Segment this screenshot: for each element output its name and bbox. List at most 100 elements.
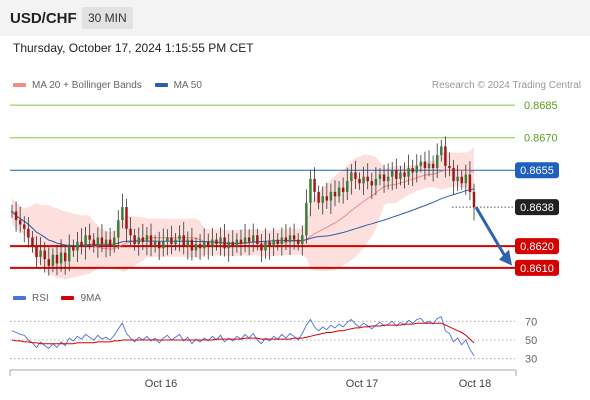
candle-body — [68, 246, 71, 262]
candle-body — [309, 178, 312, 203]
candle-body — [215, 239, 218, 244]
candle-body — [31, 237, 34, 247]
time-axis: Oct 16 Oct 17 Oct 18 — [9, 369, 517, 390]
candle-body — [239, 239, 243, 244]
candle-body — [92, 239, 95, 247]
candle-body — [468, 174, 472, 192]
candle-body — [346, 181, 349, 192]
last-price-label: 0.8638 — [520, 202, 554, 214]
candle-body — [88, 235, 91, 240]
candle-body — [145, 235, 149, 242]
x-tick-label: Oct 16 — [145, 378, 177, 390]
candle-body — [63, 252, 67, 262]
candle-body — [288, 235, 292, 242]
candle-body — [358, 178, 361, 184]
candle-body — [440, 146, 443, 156]
candle-body — [317, 191, 320, 203]
candle-body — [313, 178, 316, 192]
x-tick-label: Oct 18 — [459, 378, 491, 390]
candle-body — [178, 235, 181, 240]
candle-body — [407, 168, 410, 177]
candle-body — [80, 241, 83, 247]
candle-body — [305, 202, 308, 236]
candle-body — [444, 146, 447, 166]
candle-body — [329, 191, 333, 201]
candle-body — [231, 241, 235, 247]
candle-body — [137, 237, 140, 244]
candle-body — [227, 241, 230, 249]
candle-body — [284, 237, 288, 242]
candle-body — [10, 211, 14, 213]
candle-body — [386, 176, 390, 182]
candle-body — [276, 239, 279, 244]
candle-body — [112, 237, 116, 247]
candle-body — [435, 155, 439, 169]
candle-body — [157, 241, 161, 249]
support-label: 0.8610 — [520, 263, 554, 275]
candle-body — [448, 165, 451, 169]
candle-body — [47, 259, 51, 266]
candle-body — [296, 239, 300, 244]
candle-body — [121, 207, 124, 221]
candle-body — [419, 161, 423, 166]
candle-body — [194, 243, 198, 251]
candle-body — [382, 174, 386, 182]
candle-body — [117, 220, 120, 238]
candle-body — [366, 176, 369, 182]
rsi-tick-label: 30 — [525, 354, 537, 366]
candle-body — [219, 237, 222, 244]
candle-body — [223, 237, 226, 249]
candle-body — [264, 241, 267, 251]
candle-body — [460, 176, 463, 184]
pivot-label: 0.8655 — [520, 165, 554, 177]
candle-body — [362, 176, 365, 184]
candle-body — [247, 237, 251, 242]
candle-body — [260, 243, 263, 251]
candle-body — [272, 239, 275, 247]
candle-body — [202, 241, 206, 249]
candle-body — [39, 250, 42, 257]
candle-body — [256, 235, 259, 244]
candle-body — [350, 172, 353, 182]
candle-body — [431, 163, 435, 169]
rsi-tick-label: 70 — [525, 316, 537, 328]
candle-body — [337, 187, 341, 197]
candle-body — [354, 172, 357, 179]
candle-body — [292, 235, 296, 240]
candle-body — [370, 181, 374, 186]
candle-body — [14, 211, 18, 221]
candle-body — [100, 237, 104, 244]
candle-body — [133, 235, 136, 244]
forecast-arrow-layer — [474, 206, 512, 266]
support-label: 0.8620 — [520, 241, 554, 253]
candle-body — [268, 241, 271, 247]
rsi-9ma-line — [11, 322, 475, 345]
candle-body — [251, 235, 255, 242]
candle-body — [84, 235, 87, 247]
candle-body — [235, 239, 239, 247]
candle-body — [403, 172, 406, 177]
candle-body — [96, 237, 100, 247]
candle-body — [198, 243, 202, 249]
candle-body — [55, 254, 59, 264]
candle-body — [399, 172, 402, 179]
candle-body — [51, 254, 55, 266]
candle-body — [108, 239, 112, 247]
candle-body — [427, 163, 431, 169]
rsi-tick-label: 50 — [525, 335, 537, 347]
candle-body — [162, 241, 165, 249]
candle-body — [374, 178, 378, 186]
candle-body — [341, 187, 345, 192]
candle-body — [423, 161, 427, 169]
candle-body — [141, 237, 145, 242]
candle-body — [43, 250, 46, 260]
candle-body — [35, 246, 38, 257]
candle-body — [170, 237, 173, 244]
rsi-panel: 70 50 30 — [10, 316, 537, 366]
candle-body — [207, 241, 210, 247]
candle-body — [395, 170, 398, 179]
candle-body — [325, 196, 329, 201]
candle-body — [415, 165, 418, 173]
candle-body — [174, 239, 177, 244]
price-chart[interactable]: 0.8685 0.8670 0.8655 0.8638 0.8620 0.8610 70 5… — [0, 0, 590, 400]
